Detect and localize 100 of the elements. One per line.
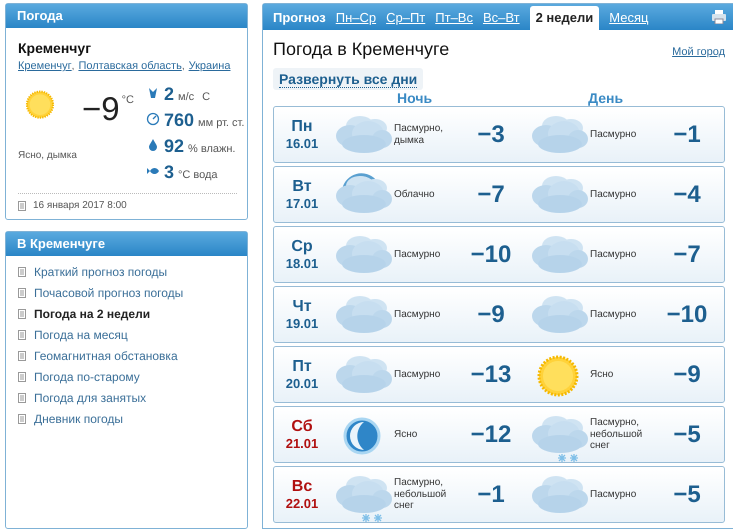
stat-value: 92 bbox=[164, 136, 184, 157]
day-row[interactable]: Ср 18.01 Пасмурно −10 Пасмурно −7 bbox=[273, 226, 725, 283]
sidebar-link[interactable]: Погода на месяц bbox=[18, 327, 247, 343]
condition: Пасмурно bbox=[590, 248, 638, 260]
tab[interactable]: Ср–Пт bbox=[386, 10, 426, 25]
weekday: Вт bbox=[292, 178, 312, 196]
day-row[interactable]: Пн 16.01 Пасмурно, дымка −3 Пасмурно −1 bbox=[273, 106, 725, 163]
weekday: Чт bbox=[292, 298, 312, 316]
separator: , bbox=[72, 61, 74, 72]
tab[interactable]: Вс–Вт bbox=[482, 10, 520, 25]
condition: Ясно bbox=[590, 368, 614, 380]
printer-icon[interactable] bbox=[711, 10, 727, 24]
temperature: −10 bbox=[666, 300, 708, 328]
current-temperature: −9 bbox=[82, 90, 120, 128]
condition: Пасмурно bbox=[394, 308, 442, 320]
panel-title: В Кременчуге bbox=[6, 232, 247, 256]
wind-arrow-icon bbox=[146, 86, 160, 100]
document-icon bbox=[18, 309, 26, 319]
condition: Пасмурно, небольшой снег bbox=[394, 477, 448, 512]
day-row[interactable]: Пт 20.01 Пасмурно −13 Ясно −9 bbox=[273, 346, 725, 403]
column-header: Ночь bbox=[397, 90, 432, 106]
day-row[interactable]: Вс 22.01 Пасмурно, небольшой снег −1 Пасмурно −5 bbox=[273, 466, 725, 523]
city-name: Кременчуг bbox=[18, 40, 92, 56]
temperature: −1 bbox=[672, 120, 702, 148]
day-row[interactable]: Сб 21.01 Ясно −12 Пасмурно, небольшой снег −5 bbox=[273, 406, 725, 463]
date: 17.01 bbox=[286, 196, 318, 211]
weekday: Пн bbox=[291, 118, 313, 136]
page-title: Погода в Кременчуге bbox=[273, 39, 450, 60]
sidebar-link[interactable]: Краткий прогноз погоды bbox=[18, 264, 247, 280]
temperature: −5 bbox=[672, 480, 702, 508]
weekday: Сб bbox=[291, 418, 313, 436]
stat-unit: м/с bbox=[178, 91, 194, 103]
condition: Пасмурно bbox=[590, 188, 638, 200]
condition: Облачно bbox=[394, 188, 436, 200]
expand-all-button[interactable]: Развернуть все дни bbox=[273, 68, 424, 90]
temperature: −10 bbox=[470, 240, 512, 268]
temperature: −13 bbox=[470, 360, 512, 388]
stat-value: 3 bbox=[164, 162, 174, 183]
separator: , bbox=[182, 61, 185, 72]
drop-icon bbox=[146, 138, 160, 152]
breadcrumb-link[interactable]: Украина bbox=[188, 60, 230, 72]
temperature: −1 bbox=[476, 480, 506, 508]
update-time: 16 января 2017 8:00 bbox=[33, 200, 127, 211]
condition: Пасмурно bbox=[590, 128, 638, 140]
tabs-label: Прогноз bbox=[273, 10, 326, 25]
condition: Пасмурно bbox=[394, 248, 442, 260]
condition: Пасмурно, дымка bbox=[394, 123, 444, 146]
condition: Ясно bbox=[394, 428, 418, 440]
temperature: −7 bbox=[672, 240, 702, 268]
date: 20.01 bbox=[286, 376, 318, 391]
breadcrumb-link[interactable]: Кременчуг bbox=[18, 60, 72, 72]
condition: Пасмурно bbox=[590, 308, 638, 320]
date: 19.01 bbox=[286, 316, 318, 331]
date: 22.01 bbox=[286, 496, 318, 511]
stat-unit: % влажн. bbox=[188, 143, 236, 155]
temperature: −3 bbox=[476, 120, 506, 148]
weekday: Вс bbox=[292, 478, 312, 496]
sidebar-link[interactable]: Геомагнитная обстановка bbox=[18, 348, 247, 364]
condition: Пасмурно, небольшой снег bbox=[590, 417, 644, 452]
temperature: −5 bbox=[672, 420, 702, 448]
document-icon bbox=[18, 200, 26, 210]
document-icon bbox=[18, 372, 26, 382]
day-row[interactable]: Вт 17.01 Облачно −7 Пасмурно −4 bbox=[273, 166, 725, 223]
sidebar-link[interactable]: Погода на 2 недели bbox=[18, 306, 247, 322]
temperature-unit: °C bbox=[122, 94, 134, 106]
condition: Пасмурно bbox=[394, 368, 442, 380]
document-icon bbox=[18, 414, 26, 424]
stat-value: 760 bbox=[164, 110, 194, 131]
column-header: День bbox=[588, 90, 624, 106]
date: 21.01 bbox=[286, 436, 318, 451]
panel-title: Погода bbox=[6, 4, 247, 28]
day-row[interactable]: Чт 19.01 Пасмурно −9 Пасмурно −10 bbox=[273, 286, 725, 343]
sidebar-link[interactable]: Дневник погоды bbox=[18, 411, 247, 427]
condition: Пасмурно bbox=[590, 488, 638, 500]
temperature: −9 bbox=[476, 300, 506, 328]
temperature: −4 bbox=[672, 180, 702, 208]
tab[interactable]: Пт–Вс bbox=[435, 10, 473, 25]
gauge-icon bbox=[146, 112, 160, 126]
document-icon bbox=[18, 351, 26, 361]
breadcrumb-link[interactable]: Полтавская область bbox=[78, 60, 182, 72]
my-city-link[interactable]: Мой город bbox=[672, 46, 725, 58]
stat-value: 2 bbox=[164, 84, 174, 105]
tab[interactable]: Месяц bbox=[609, 10, 648, 25]
date: 16.01 bbox=[286, 136, 318, 151]
stat-unit: мм рт. ст. bbox=[198, 117, 244, 129]
sidebar-link[interactable]: Почасовой прогноз погоды bbox=[18, 285, 247, 301]
sidebar-link[interactable]: Погода для занятых bbox=[18, 390, 247, 406]
document-icon bbox=[18, 288, 26, 298]
wind-direction: С bbox=[202, 91, 210, 103]
document-icon bbox=[18, 393, 26, 403]
weekday: Пт bbox=[292, 358, 312, 376]
document-icon bbox=[18, 330, 26, 340]
temperature: −7 bbox=[476, 180, 506, 208]
weekday: Ср bbox=[291, 238, 313, 256]
stat-unit: °C вода bbox=[178, 169, 218, 181]
sidebar-link[interactable]: Погода по-старому bbox=[18, 369, 247, 385]
temperature: −12 bbox=[470, 420, 512, 448]
tab[interactable]: 2 недели bbox=[530, 6, 600, 30]
weather-description: Ясно, дымка bbox=[18, 150, 78, 161]
tab[interactable]: Пн–Ср bbox=[336, 10, 376, 25]
